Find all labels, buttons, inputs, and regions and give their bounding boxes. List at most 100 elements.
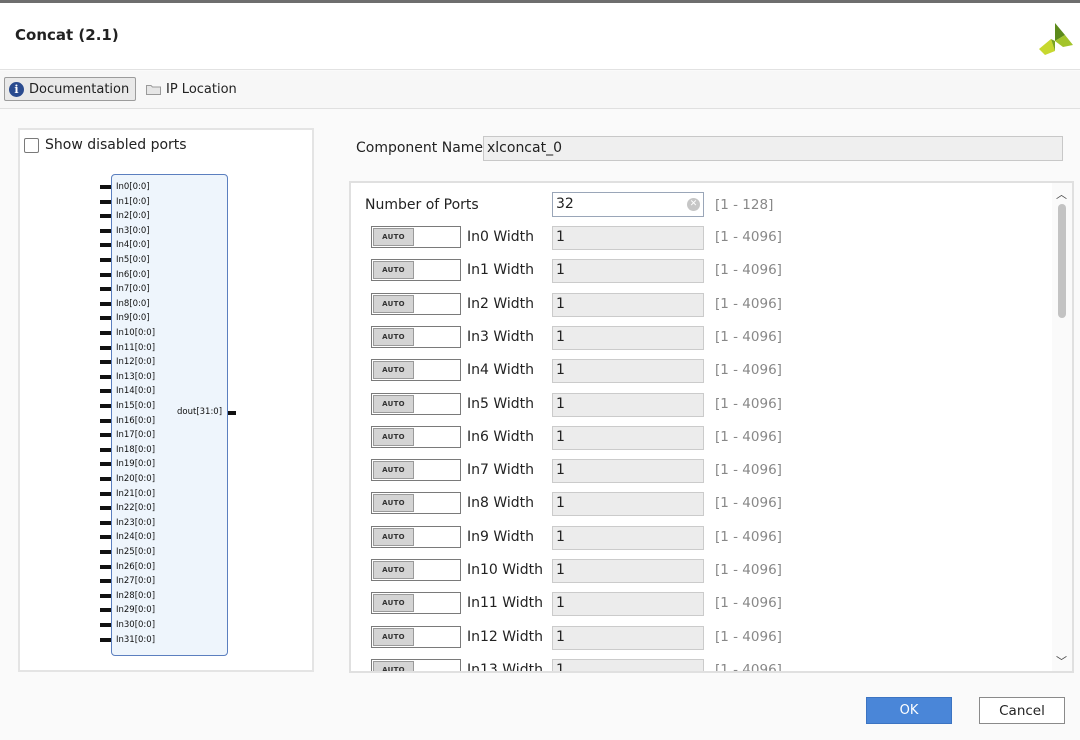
input-port-label: In29[0:0] [116, 605, 156, 616]
scroll-down-icon[interactable]: ﹀ [1056, 653, 1067, 669]
width-range: [1 - 4096] [715, 362, 782, 379]
auto-manual-toggle[interactable]: AUTO [371, 592, 461, 615]
width-label: In6 Width [467, 428, 535, 445]
auto-knob: AUTO [373, 527, 414, 546]
width-range: [1 - 4096] [715, 562, 782, 578]
input-port-label: In18[0:0] [116, 444, 156, 455]
width-param-row: AUTO In12 Width 1 [1 - 4096] [351, 623, 1051, 651]
width-input[interactable]: 1 [552, 325, 704, 350]
width-input[interactable]: 1 [552, 592, 704, 617]
width-input[interactable]: 1 [552, 292, 704, 317]
input-port-label: In27[0:0] [116, 576, 156, 587]
documentation-label: Documentation [29, 81, 130, 97]
input-port-label: In5[0:0] [116, 255, 150, 265]
width-range: [1 - 4096] [715, 229, 782, 245]
input-port-label: In16[0:0] [116, 415, 156, 426]
show-disabled-ports-row[interactable]: Show disabled ports [24, 137, 187, 153]
auto-knob: AUTO [373, 261, 414, 280]
auto-knob: AUTO [373, 594, 414, 613]
width-param-row: AUTO In3 Width 1 [1 - 4096] [351, 323, 1051, 351]
cancel-button[interactable]: Cancel [979, 697, 1065, 724]
input-pin [100, 637, 111, 642]
component-name-input[interactable]: xlconcat_0 [483, 136, 1063, 161]
input-port-label: In20[0:0] [116, 474, 156, 484]
input-port-label: In17[0:0] [116, 430, 156, 441]
auto-manual-toggle[interactable]: AUTO [371, 359, 461, 382]
show-disabled-ports-checkbox[interactable] [24, 137, 39, 153]
width-param-row: AUTO In4 Width 1 [1 - 4096] [351, 356, 1051, 384]
clear-icon[interactable]: ✕ [687, 198, 700, 211]
params-scrollbar[interactable]: ︿ ﹀ [1052, 183, 1072, 671]
input-port-label: In4[0:0] [116, 240, 150, 251]
show-disabled-ports-label: Show disabled ports [45, 137, 187, 153]
input-port-label: In10[0:0] [116, 328, 156, 338]
width-input[interactable]: 1 [552, 492, 704, 517]
width-input[interactable]: 1 [552, 625, 704, 650]
input-pin [100, 258, 111, 262]
documentation-button[interactable]: i Documentation [4, 77, 136, 101]
input-pin [100, 535, 111, 540]
auto-knob: AUTO [373, 494, 414, 513]
width-label: In13 Width [467, 661, 543, 673]
input-pin [100, 272, 111, 277]
auto-manual-toggle[interactable]: AUTO [371, 259, 461, 282]
width-param-row: AUTO In1 Width 1 [1 - 4096] [351, 256, 1051, 284]
width-input[interactable]: 1 [552, 226, 704, 250]
folder-icon [146, 84, 161, 95]
input-pin [100, 374, 111, 379]
input-pin [100, 491, 111, 496]
input-port-label: In19[0:0] [116, 459, 156, 470]
auto-manual-toggle[interactable]: AUTO [371, 525, 461, 548]
width-param-row: AUTO In11 Width 1 [1 - 4096] [351, 589, 1051, 617]
input-port-label: In8[0:0] [116, 298, 150, 309]
width-range: [1 - 4096] [715, 495, 782, 512]
input-port-label: In3[0:0] [116, 225, 150, 236]
auto-manual-toggle[interactable]: AUTO [371, 292, 461, 315]
auto-knob: AUTO [373, 627, 414, 646]
width-label: In9 Width [467, 528, 535, 545]
parameters-panel: Number of Ports 32 ✕ [1 - 128] AUTO In0 W… [349, 181, 1074, 673]
auto-manual-toggle[interactable]: AUTO [371, 226, 461, 248]
output-pin [228, 411, 236, 415]
width-label: In3 Width [467, 328, 535, 345]
auto-manual-toggle[interactable]: AUTO [371, 658, 461, 671]
input-pin [100, 389, 111, 394]
input-pin [100, 579, 111, 584]
width-input[interactable]: 1 [552, 425, 704, 450]
input-port-label: In13[0:0] [116, 371, 156, 382]
input-pin [100, 228, 111, 233]
auto-knob: AUTO [373, 228, 414, 246]
component-name-label: Component Name [356, 140, 484, 156]
width-range: [1 - 4096] [715, 328, 782, 345]
width-input[interactable]: 1 [552, 392, 704, 417]
ip-location-button[interactable]: IP Location [142, 77, 252, 101]
input-port-label: In28[0:0] [116, 590, 156, 601]
ok-button[interactable]: OK [866, 697, 952, 724]
scroll-up-icon[interactable]: ︿ [1056, 186, 1067, 202]
input-pin [100, 506, 111, 511]
input-pin [100, 550, 111, 554]
auto-manual-toggle[interactable]: AUTO [371, 392, 461, 415]
width-input[interactable]: 1 [552, 359, 704, 384]
width-range: [1 - 4096] [715, 628, 782, 645]
number-of-ports-input[interactable]: 32 [552, 192, 704, 217]
width-input[interactable]: 1 [552, 459, 704, 484]
input-port-label: In11[0:0] [116, 342, 156, 353]
auto-manual-toggle[interactable]: AUTO [371, 459, 461, 482]
auto-manual-toggle[interactable]: AUTO [371, 625, 461, 648]
input-pin [100, 462, 111, 467]
width-range: [1 - 4096] [715, 395, 782, 412]
auto-manual-toggle[interactable]: AUTO [371, 425, 461, 448]
auto-manual-toggle[interactable]: AUTO [371, 325, 461, 348]
width-input[interactable]: 1 [552, 658, 704, 671]
auto-manual-toggle[interactable]: AUTO [371, 492, 461, 515]
scrollbar-thumb[interactable] [1058, 204, 1066, 318]
auto-manual-toggle[interactable]: AUTO [371, 559, 461, 581]
input-port-label: In23[0:0] [116, 517, 156, 528]
width-input[interactable]: 1 [552, 525, 704, 550]
input-port-label: In0[0:0] [116, 182, 150, 192]
width-input[interactable]: 1 [552, 559, 704, 583]
input-pin [100, 345, 111, 350]
width-input[interactable]: 1 [552, 259, 704, 284]
dialog-title: Concat (2.1) [15, 26, 119, 44]
